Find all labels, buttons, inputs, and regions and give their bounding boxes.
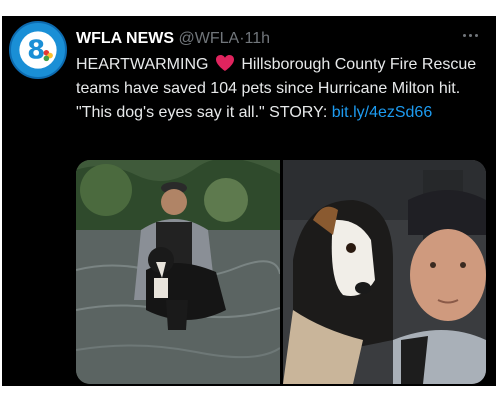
tweet-text: HEARTWARMING Hillsborough County Fire Re…	[76, 53, 486, 125]
media-gallery[interactable]	[76, 160, 486, 384]
more-options-button[interactable]	[456, 28, 484, 42]
more-dot	[462, 33, 466, 37]
flood-rescue-image	[76, 160, 280, 384]
tweet-text-prefix: HEARTWARMING	[76, 56, 209, 73]
story-link[interactable]: bit.ly/4ezSd66	[332, 104, 433, 121]
tweet-time[interactable]: 11h	[245, 30, 271, 47]
author-name[interactable]: WFLA NEWS	[76, 30, 174, 47]
red-heart-emoji-icon	[215, 55, 234, 71]
more-dot	[474, 33, 478, 37]
avatar-logo-text: 8	[27, 35, 45, 65]
wfla-8-logo-icon: 8	[12, 24, 64, 76]
dog-selfie-image	[283, 160, 486, 384]
tweet-header: WFLA NEWS @WFLA·11h	[76, 28, 466, 50]
author-handle[interactable]: @WFLA	[179, 30, 240, 47]
photo-rescue-in-floodwater[interactable]	[76, 160, 280, 384]
photo-dog-selfie[interactable]	[283, 160, 486, 384]
more-dot	[468, 33, 472, 37]
avatar[interactable]: 8	[9, 21, 67, 79]
